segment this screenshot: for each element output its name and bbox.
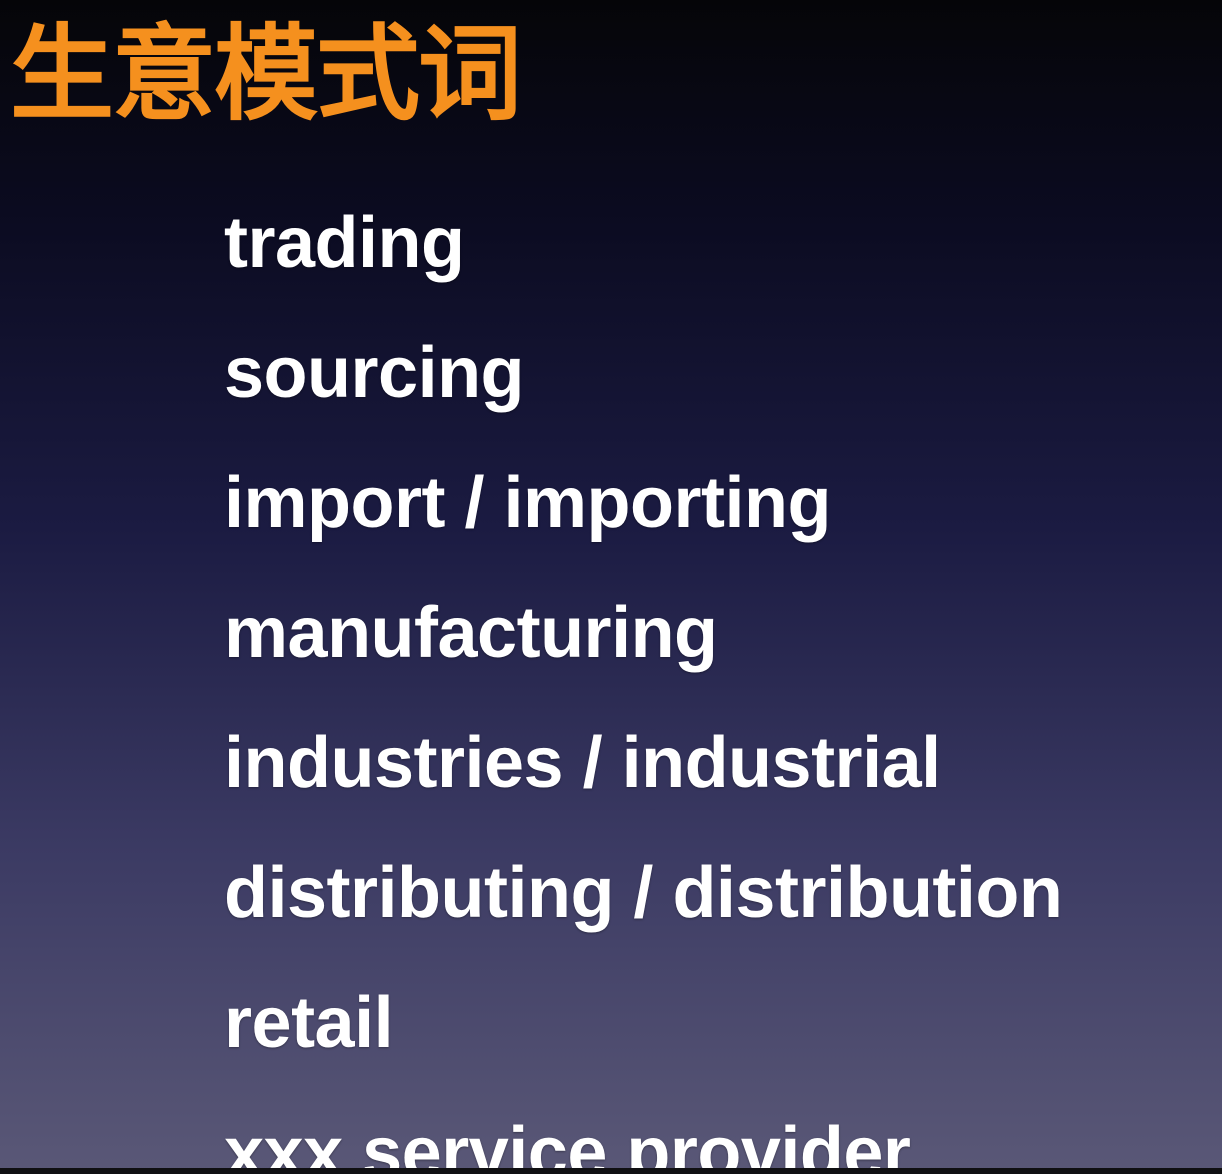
term-item: industries / industrial (224, 723, 941, 803)
term-item: sourcing (224, 333, 525, 413)
slide: 生意模式词 trading sourcing import / importin… (0, 0, 1222, 1174)
slide-title: 生意模式词 (10, 13, 522, 135)
bottom-edge (0, 1168, 1222, 1174)
term-item: trading (224, 203, 465, 283)
term-item: retail (224, 983, 394, 1063)
term-item: xxx service provider (224, 1113, 911, 1174)
term-item: distributing / distribution (224, 853, 1063, 933)
term-item: import / importing (224, 463, 831, 543)
term-item: manufacturing (224, 593, 718, 673)
term-list: trading sourcing import / importing manu… (224, 178, 1214, 1174)
